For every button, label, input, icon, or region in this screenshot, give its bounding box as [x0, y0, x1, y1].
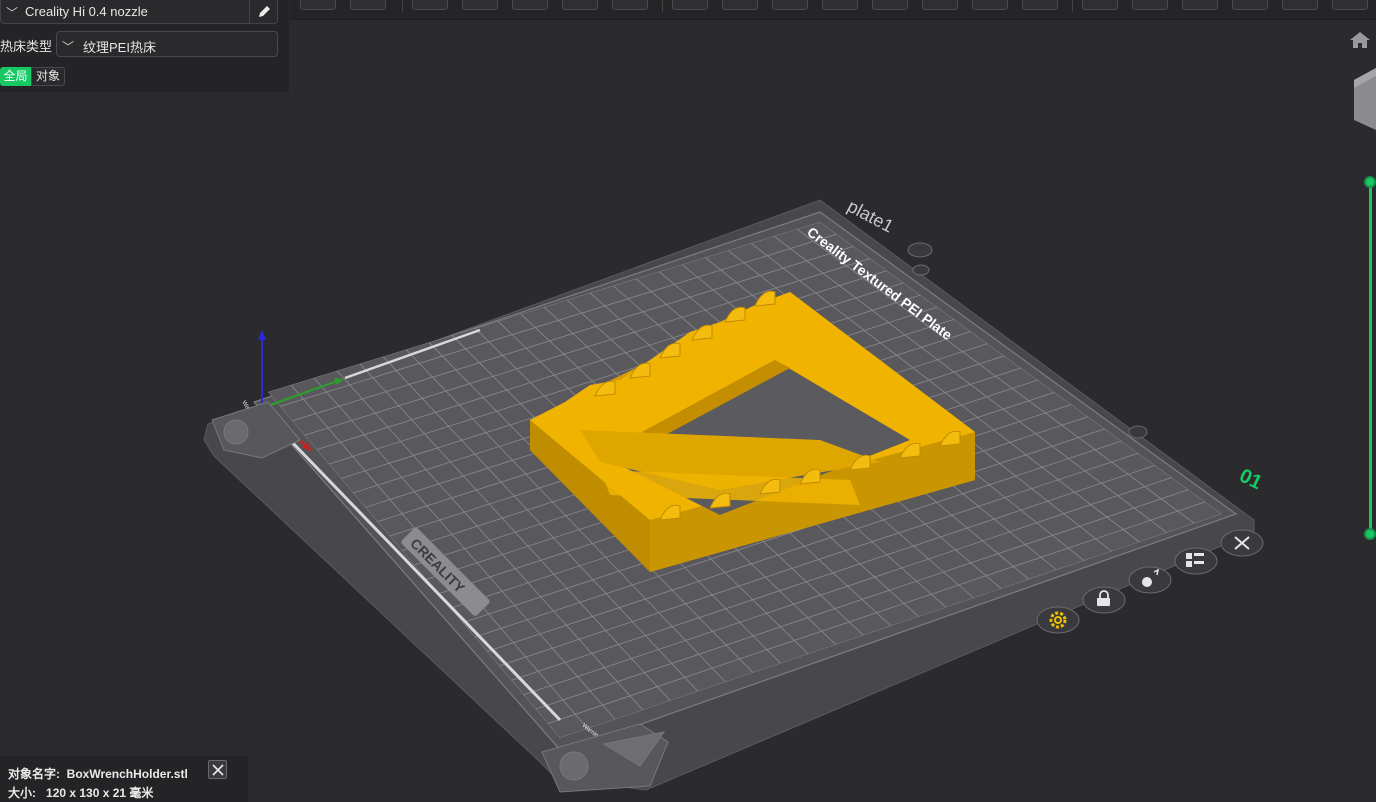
- toolbar-button-5[interactable]: [512, 0, 548, 10]
- object-info-panel: 对象名字: BoxWrenchHolder.stl 大小: 120 x 130 …: [0, 756, 248, 802]
- tab-global[interactable]: 全局: [0, 67, 31, 86]
- toolbar-button-16[interactable]: [1082, 0, 1118, 10]
- toolbar-button-4[interactable]: [462, 0, 498, 10]
- top-toolbar: [290, 0, 1376, 20]
- layer-slider-top-handle[interactable]: [1364, 176, 1376, 188]
- printer-select[interactable]: ﹀ Creality Hi 0.4 nozzle: [0, 0, 278, 24]
- plate-delete-button[interactable]: [1220, 529, 1264, 557]
- tab-object[interactable]: 对象: [31, 67, 65, 86]
- edit-printer-button[interactable]: [249, 0, 278, 23]
- printer-settings-panel: ﹀ Creality Hi 0.4 nozzle 热床类型 ﹀ 纹理PEI热床 …: [0, 0, 289, 92]
- close-icon: [212, 764, 224, 776]
- object-name-value: BoxWrenchHolder.stl: [66, 767, 188, 781]
- toolbar-button-2[interactable]: [350, 0, 386, 10]
- toolbar-button-8[interactable]: [672, 0, 708, 10]
- object-size-value: 120 x 130 x 21 毫米: [46, 786, 154, 800]
- plate-arrange-button[interactable]: [1174, 547, 1218, 575]
- object-name-label: 对象名字:: [8, 767, 60, 781]
- pencil-icon: [259, 6, 270, 17]
- close-info-button[interactable]: [208, 760, 227, 779]
- chevron-down-icon: ﹀: [6, 6, 19, 20]
- object-size-label: 大小:: [8, 786, 36, 800]
- 3d-viewport[interactable]: plate1 Creality Textured PEI Plate CREAL…: [0, 0, 1376, 802]
- toolbar-divider: [662, 0, 663, 12]
- layer-slider-bottom-handle[interactable]: [1364, 528, 1376, 540]
- plate-auto-orient-button[interactable]: [1128, 566, 1172, 594]
- toolbar-button-10[interactable]: [772, 0, 808, 10]
- chevron-down-icon: ﹀: [62, 40, 75, 54]
- toolbar-button-15[interactable]: [1022, 0, 1058, 10]
- toolbar-button-12[interactable]: [872, 0, 908, 10]
- plate-settings-button[interactable]: [1036, 606, 1080, 634]
- toolbar-button-6[interactable]: [562, 0, 598, 10]
- toolbar-button-21[interactable]: [1332, 0, 1368, 10]
- printer-name: Creality Hi 0.4 nozzle: [25, 4, 148, 19]
- toolbar-button-7[interactable]: [612, 0, 648, 10]
- toolbar-button-19[interactable]: [1232, 0, 1268, 10]
- toolbar-button-13[interactable]: [922, 0, 958, 10]
- plate-lock-button[interactable]: [1082, 586, 1126, 614]
- toolbar-button-1[interactable]: [300, 0, 336, 10]
- toolbar-divider: [402, 0, 403, 12]
- home-icon[interactable]: [1349, 31, 1371, 49]
- toolbar-button-18[interactable]: [1182, 0, 1218, 10]
- plate-number: 01: [1236, 465, 1266, 495]
- toolbar-button-17[interactable]: [1132, 0, 1168, 10]
- view-cube[interactable]: [1354, 68, 1376, 130]
- toolbar-button-9[interactable]: [722, 0, 758, 10]
- toolbar-divider: [1072, 0, 1073, 12]
- toolbar-button-20[interactable]: [1282, 0, 1318, 10]
- bed-type-value: 纹理PEI热床: [83, 40, 156, 55]
- toolbar-button-11[interactable]: [822, 0, 858, 10]
- toolbar-button-3[interactable]: [412, 0, 448, 10]
- toolbar-button-14[interactable]: [972, 0, 1008, 10]
- object-size-line: 大小: 120 x 130 x 21 毫米: [8, 784, 153, 801]
- bed-type-label: 热床类型: [0, 39, 53, 54]
- bed-type-select[interactable]: ﹀ 纹理PEI热床: [56, 31, 278, 57]
- object-name-line: 对象名字: BoxWrenchHolder.stl: [8, 765, 188, 782]
- layer-slider-track[interactable]: [1369, 182, 1372, 534]
